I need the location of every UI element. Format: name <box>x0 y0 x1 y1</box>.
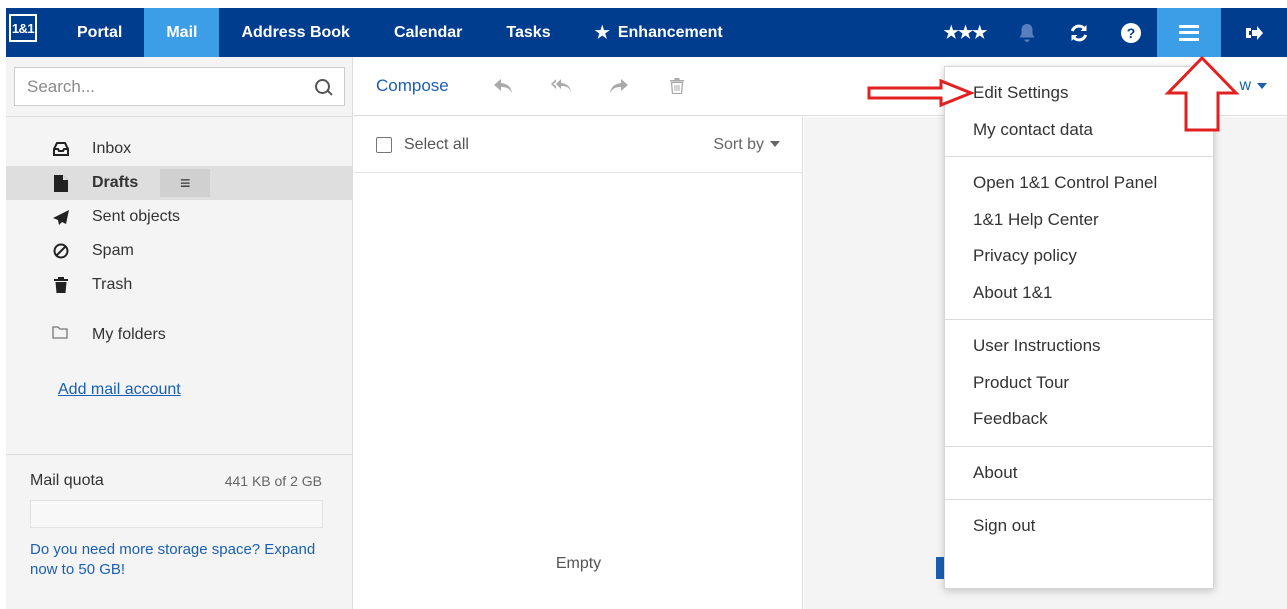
mail-quota-value: 441 KB of 2 GB <box>224 473 322 489</box>
folder-list: Inbox Drafts ≡ Sent objects Spam Trash <box>6 132 352 302</box>
folder-trash-label: Trash <box>92 276 133 293</box>
nav-right-icons: ★★★ ? <box>929 8 1287 57</box>
my-folders-label: My folders <box>92 326 166 343</box>
tab-tasks[interactable]: Tasks <box>484 8 572 57</box>
expand-storage-link[interactable]: Do you need more storage space? Expand n… <box>30 540 330 580</box>
help-icon[interactable]: ? <box>1105 8 1157 57</box>
tab-calendar-label: Calendar <box>393 23 463 41</box>
brand-logo[interactable]: 1&1 <box>9 14 37 42</box>
bell-icon[interactable] <box>1001 8 1053 57</box>
inbox-icon <box>52 142 70 156</box>
tab-tasks-label: Tasks <box>506 23 551 41</box>
menu-icon[interactable] <box>1157 8 1221 57</box>
tab-portal[interactable]: Portal <box>55 8 144 57</box>
menu-my-contact-data[interactable]: My contact data <box>945 112 1213 149</box>
main-menu-dropdown: Edit Settings My contact data Open 1&1 C… <box>944 66 1214 589</box>
menu-product-tour[interactable]: Product Tour <box>945 365 1213 402</box>
reply-all-icon[interactable] <box>550 79 571 93</box>
delete-icon[interactable] <box>667 78 687 94</box>
mail-list-header: Select all Sort by <box>354 117 802 173</box>
menu-about-1and1[interactable]: About 1&1 <box>945 275 1213 312</box>
sort-by-label: Sort by <box>713 135 764 153</box>
folder-sent-label: Sent objects <box>92 208 181 225</box>
add-mail-account-link[interactable]: Add mail account <box>58 381 181 399</box>
forward-icon[interactable] <box>609 79 629 93</box>
tab-mail-label: Mail <box>166 23 198 41</box>
menu-about[interactable]: About <box>945 455 1213 492</box>
folder-outline-icon <box>52 326 70 344</box>
folder-spam-label: Spam <box>92 242 134 259</box>
menu-feedback[interactable]: Feedback <box>945 401 1213 438</box>
sidebar-divider <box>6 116 353 117</box>
search-box <box>14 67 345 106</box>
search-input[interactable] <box>27 76 314 97</box>
paper-plane-icon <box>52 209 70 225</box>
menu-edit-settings[interactable]: Edit Settings <box>945 75 1213 112</box>
menu-group-about: About <box>945 447 1213 500</box>
tab-enhancement-label: Enhancement <box>617 23 723 41</box>
folder-spam[interactable]: Spam <box>6 234 352 268</box>
top-navigation-bar: 1&1 Portal Mail Address Book Calendar Ta… <box>6 8 1287 57</box>
hamburger-bars <box>1179 24 1199 41</box>
main-nav-tabs: Portal Mail Address Book Calendar Tasks … <box>55 8 745 57</box>
menu-group-links: Open 1&1 Control Panel 1&1 Help Center P… <box>945 157 1213 320</box>
compose-button[interactable]: Compose <box>376 76 449 96</box>
reply-icon[interactable] <box>493 79 513 93</box>
select-all-label[interactable]: Select all <box>404 136 469 154</box>
tab-calendar[interactable]: Calendar <box>372 8 484 57</box>
star-icon: ★ <box>594 22 610 42</box>
mail-quota-label: Mail quota <box>30 472 104 489</box>
menu-sign-out[interactable]: Sign out <box>945 508 1213 545</box>
logout-icon[interactable] <box>1221 8 1287 57</box>
menu-group-settings: Edit Settings My contact data <box>945 67 1213 157</box>
folder-inbox-label: Inbox <box>92 140 132 157</box>
folder-inbox[interactable]: Inbox <box>6 132 352 166</box>
select-all-checkbox[interactable] <box>376 136 392 153</box>
tab-address-book[interactable]: Address Book <box>219 8 371 57</box>
empty-list-message: Empty <box>555 555 602 572</box>
mail-list-pane: Select all Sort by Empty <box>354 117 803 609</box>
menu-control-panel[interactable]: Open 1&1 Control Panel <box>945 165 1213 202</box>
tab-enhancement[interactable]: ★ Enhancement <box>573 8 745 57</box>
folder-trash[interactable]: Trash <box>6 268 352 302</box>
folder-drafts[interactable]: Drafts ≡ <box>6 166 352 200</box>
stars-rating-icon[interactable]: ★★★ <box>929 8 1001 57</box>
view-caret-icon <box>1257 82 1267 89</box>
tab-mail[interactable]: Mail <box>144 8 220 57</box>
menu-group-help: User Instructions Product Tour Feedback <box>945 320 1213 447</box>
view-dropdown-label: w <box>1239 77 1251 94</box>
view-dropdown[interactable]: w <box>1239 77 1267 95</box>
my-folders[interactable]: My folders <box>6 318 166 352</box>
sort-by-dropdown[interactable]: Sort by <box>713 136 780 154</box>
quota-divider <box>6 454 353 455</box>
search-icon[interactable] <box>314 78 332 96</box>
mail-quota-bar <box>30 500 323 528</box>
tab-address-book-label: Address Book <box>241 23 350 41</box>
folder-options-menu-icon[interactable]: ≡ <box>160 169 211 197</box>
sort-caret-icon <box>770 141 780 148</box>
folder-drafts-label: Drafts <box>92 174 139 191</box>
refresh-icon[interactable] <box>1053 8 1105 57</box>
menu-privacy-policy[interactable]: Privacy policy <box>945 238 1213 275</box>
folder-sent[interactable]: Sent objects <box>6 200 352 234</box>
tab-portal-label: Portal <box>77 23 123 41</box>
folder-sidebar: Inbox Drafts ≡ Sent objects Spam Trash <box>6 57 353 609</box>
ban-icon <box>52 243 70 259</box>
help-question-mark: ? <box>1121 22 1141 43</box>
menu-group-signout: Sign out <box>945 500 1213 553</box>
draft-file-icon <box>52 174 70 192</box>
trash-icon <box>52 277 70 293</box>
menu-user-instructions[interactable]: User Instructions <box>945 328 1213 365</box>
menu-help-center[interactable]: 1&1 Help Center <box>945 202 1213 239</box>
